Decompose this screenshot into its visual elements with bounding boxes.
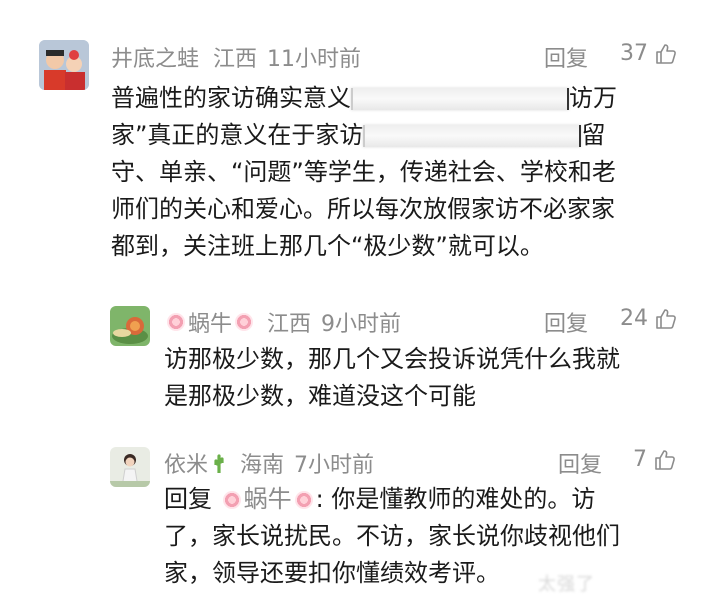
reply-button[interactable]: 回复 bbox=[544, 306, 588, 338]
like-count: 37 bbox=[620, 41, 648, 66]
reply-button[interactable]: 回复 bbox=[544, 41, 588, 73]
like-button[interactable]: 24 bbox=[620, 306, 678, 331]
comment-body: 回复 蜗牛: 你是懂教师的难处的。访 了，家长说扰民。不访，家长说你歧视他们 家… bbox=[164, 485, 620, 587]
thumbs-up-icon bbox=[655, 449, 675, 470]
avatar[interactable] bbox=[39, 40, 89, 90]
reply-prefix: 回复 bbox=[164, 485, 212, 513]
comment-meta: 蜗牛 江西 9小时前 bbox=[164, 306, 401, 338]
like-count: 24 bbox=[620, 306, 648, 331]
like-count: 7 bbox=[633, 447, 647, 472]
comment-meta: 依米 海南 7小时前 bbox=[164, 447, 374, 479]
username[interactable]: 蜗牛 bbox=[188, 306, 232, 338]
redaction-bar bbox=[351, 88, 569, 110]
comment-meta: 井底之蛙 江西 11小时前 bbox=[111, 41, 361, 73]
region: 江西 bbox=[213, 47, 258, 72]
username[interactable]: 井底之蛙 bbox=[111, 41, 199, 73]
timestamp: 7小时前 bbox=[294, 453, 375, 478]
reply-to-username[interactable]: 蜗牛 bbox=[244, 485, 292, 513]
username[interactable]: 依米 bbox=[164, 447, 208, 479]
comment-body: 访那极少数，那几个又会投诉说凭什么我就 是那极少数，难道没这个可能 bbox=[164, 345, 620, 410]
like-button[interactable]: 37 bbox=[620, 41, 678, 66]
redaction-bar bbox=[363, 125, 582, 147]
lollipop-icon bbox=[294, 491, 313, 509]
timestamp: 9小时前 bbox=[321, 312, 402, 337]
region: 海南 bbox=[240, 453, 285, 478]
avatar[interactable] bbox=[110, 306, 150, 346]
lollipop-icon bbox=[235, 313, 254, 331]
avatar[interactable] bbox=[110, 447, 150, 487]
reply-button[interactable]: 回复 bbox=[558, 447, 602, 479]
thumbs-up-icon bbox=[656, 308, 676, 329]
lollipop-icon bbox=[167, 313, 185, 331]
comment-body: 普遍性的家访确实意义 访万 家”真正的意义在于家访留 守、单亲、“问题”等学生，传… bbox=[111, 84, 617, 260]
timestamp: 11小时前 bbox=[267, 47, 362, 72]
cactus-icon bbox=[214, 454, 224, 473]
thumbs-up-icon bbox=[656, 43, 676, 64]
watermark: 太强了 bbox=[538, 574, 595, 595]
like-button[interactable]: 7 bbox=[633, 447, 677, 472]
region: 江西 bbox=[267, 312, 312, 337]
lollipop-icon bbox=[222, 491, 241, 509]
